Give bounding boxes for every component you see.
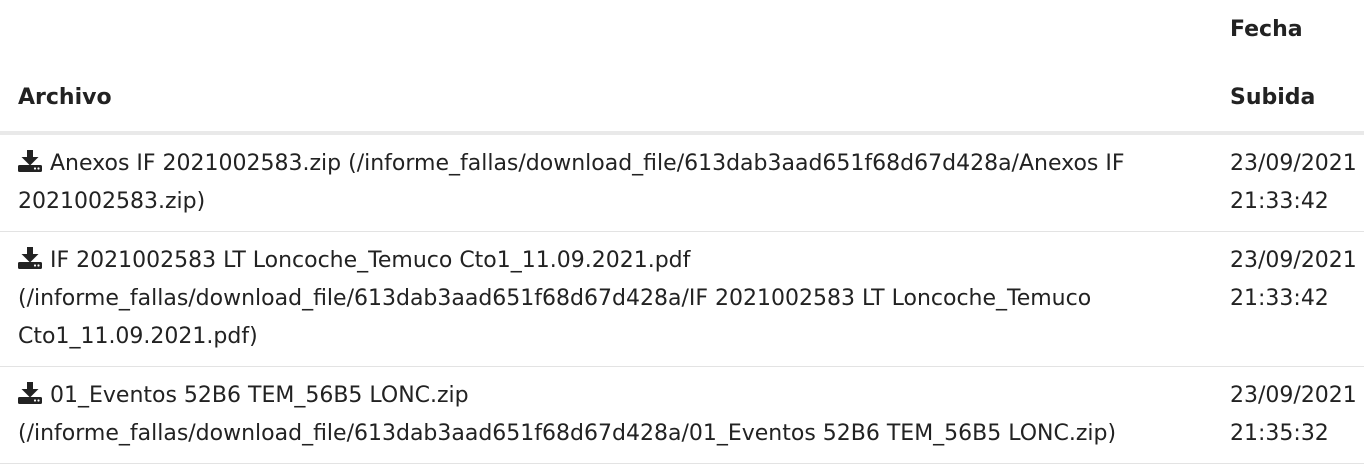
upload-time: 21:35:32 (1230, 421, 1329, 446)
upload-date: 23/09/2021 (1230, 383, 1357, 408)
upload-date-cell: 23/09/2021 21:33:42 (1230, 231, 1364, 367)
upload-time: 21:33:42 (1230, 286, 1329, 311)
upload-date-cell: 23/09/2021 21:33:42 (1230, 133, 1364, 232)
files-table: Archivo Fecha Subida Anexos IF 202100258… (0, 0, 1364, 464)
download-icon (18, 150, 42, 172)
table-header-row: Archivo Fecha Subida (0, 0, 1364, 135)
upload-date: 23/09/2021 (1230, 248, 1357, 273)
fecha-header-line2: Subida (1230, 85, 1316, 110)
column-header-fecha-subida: Fecha Subida (1230, 0, 1364, 135)
file-cell: IF 2021002583 LT Loncoche_Temuco Cto1_11… (0, 231, 1230, 367)
file-link-text[interactable]: Anexos IF 2021002583.zip (/informe_falla… (18, 151, 1125, 214)
download-icon (18, 382, 42, 404)
upload-date: 23/09/2021 (1230, 151, 1357, 176)
table-row: Anexos IF 2021002583.zip (/informe_falla… (0, 133, 1364, 232)
fecha-header-line1: Fecha (1230, 17, 1303, 42)
upload-time: 21:33:42 (1230, 189, 1329, 214)
download-icon (18, 247, 42, 269)
file-cell: 01_Eventos 52B6 TEM_56B5 LONC.zip (/info… (0, 366, 1230, 464)
file-download-link[interactable]: IF 2021002583 LT Loncoche_Temuco Cto1_11… (18, 247, 1091, 349)
upload-date-cell: 23/09/2021 21:35:32 (1230, 366, 1364, 464)
file-download-link[interactable]: Anexos IF 2021002583.zip (/informe_falla… (18, 150, 1125, 214)
column-header-archivo: Archivo (0, 0, 1230, 135)
file-link-text[interactable]: 01_Eventos 52B6 TEM_56B5 LONC.zip (/info… (18, 383, 1116, 446)
file-cell: Anexos IF 2021002583.zip (/informe_falla… (0, 133, 1230, 232)
file-download-link[interactable]: 01_Eventos 52B6 TEM_56B5 LONC.zip (/info… (18, 382, 1116, 446)
file-link-text[interactable]: IF 2021002583 LT Loncoche_Temuco Cto1_11… (18, 248, 1091, 349)
table-row: 01_Eventos 52B6 TEM_56B5 LONC.zip (/info… (0, 366, 1364, 464)
table-row: IF 2021002583 LT Loncoche_Temuco Cto1_11… (0, 231, 1364, 367)
